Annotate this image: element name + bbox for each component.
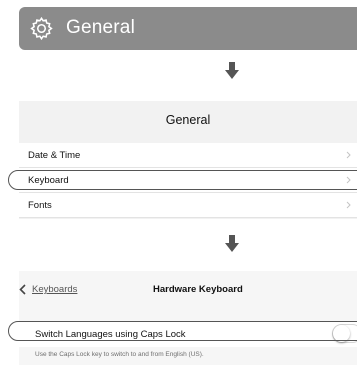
keyboard-highlight-ring [8, 170, 357, 190]
list-item-label: Fonts [28, 200, 52, 211]
arrow-down-icon [225, 235, 239, 252]
list-item-label: Date & Time [28, 150, 81, 161]
list-item-date-time[interactable]: Date & Time [19, 143, 357, 168]
gear-icon [30, 16, 53, 41]
switch-highlight-ring [8, 321, 357, 341]
caps-lock-hint: Use the Caps Lock key to switch to and f… [35, 351, 204, 358]
tutorial-steps: General General Date & Time Keyboard Fon… [0, 0, 357, 365]
chevron-left-icon[interactable] [19, 284, 26, 295]
general-settings-panel: General Date & Time Keyboard Fonts [19, 101, 357, 219]
page-title: Hardware Keyboard [153, 284, 243, 295]
general-settings-banner[interactable]: General [19, 7, 357, 50]
chevron-right-icon [346, 151, 351, 159]
hardware-keyboard-panel: Keyboards Hardware Keyboard Switch Langu… [19, 271, 357, 365]
chevron-right-icon [346, 201, 351, 209]
panel-title: General [165, 113, 211, 127]
arrow-down-icon [225, 62, 239, 79]
general-title: General [66, 17, 135, 38]
list-item-fonts[interactable]: Fonts [19, 193, 357, 218]
back-button[interactable]: Keyboards [32, 284, 77, 295]
